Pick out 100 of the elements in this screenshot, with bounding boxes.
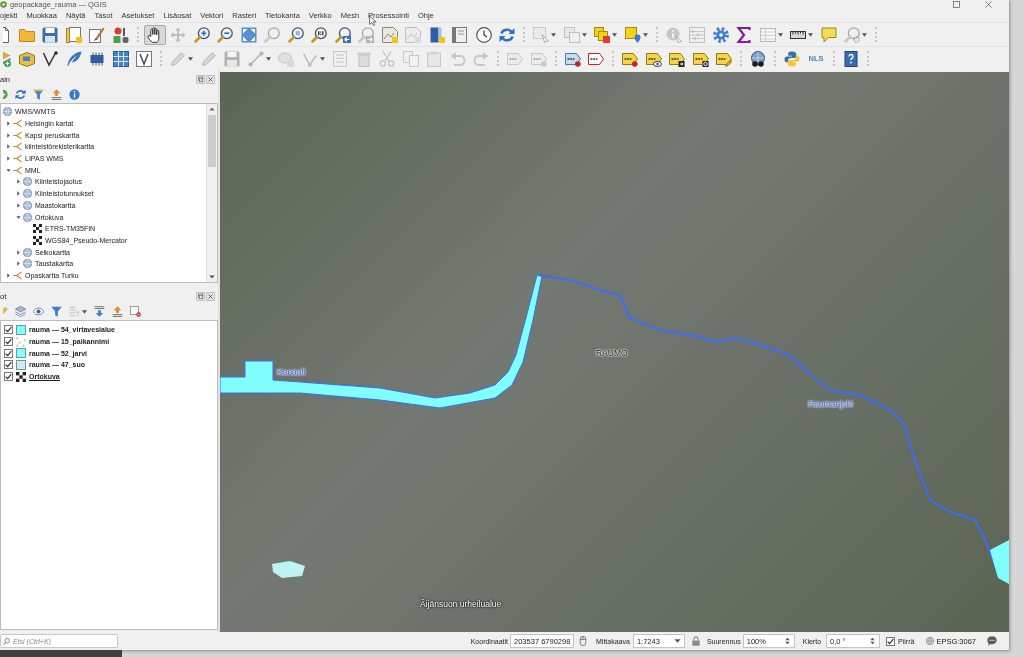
caret-right-icon[interactable]: [15, 202, 21, 208]
connection-icon: [13, 119, 22, 129]
spin-arrows-icon[interactable]: [783, 637, 791, 645]
close-icon[interactable]: [985, 1, 992, 8]
layers-icon: [15, 306, 26, 317]
connection-icon: [13, 154, 22, 164]
close-icon[interactable]: [206, 74, 215, 84]
map-window-icon: [405, 26, 421, 43]
checker-icon: [33, 224, 42, 234]
eye-icon: [33, 306, 44, 317]
raster-icon: [16, 371, 26, 382]
save-icon: [42, 26, 58, 43]
caret-down-icon[interactable]: [5, 167, 11, 173]
maximize-icon[interactable]: [953, 1, 960, 8]
magnifier-icon: [311, 26, 327, 43]
caret-right-icon[interactable]: [15, 191, 21, 197]
connection-icon: [13, 142, 22, 152]
caret-down-icon[interactable]: [15, 214, 21, 220]
toolbar-button[interactable]: [214, 24, 236, 45]
layer-checkbox[interactable]: [4, 325, 13, 335]
chip-icon: [89, 50, 105, 67]
undock-icon[interactable]: [196, 74, 205, 84]
chat-bubble-icon[interactable]: [987, 636, 997, 646]
globe-icon: [3, 107, 12, 117]
layer-checkbox[interactable]: [4, 348, 13, 358]
copy-icon: [402, 50, 419, 67]
caret-right-icon[interactable]: [15, 179, 21, 185]
caret-right-icon[interactable]: [5, 121, 11, 127]
pencil-icon: [3, 306, 8, 317]
label-tag-pen-icon: [716, 50, 732, 67]
v-frame-icon: [136, 50, 152, 67]
label-tag-icon: [507, 50, 523, 67]
feather-icon: [65, 50, 82, 67]
layer-checkbox[interactable]: [4, 360, 13, 370]
pencil-icon: [200, 50, 217, 67]
package-icon: [18, 50, 35, 67]
checkmark-icon: [887, 637, 895, 645]
expand-arrows-icon: [240, 26, 257, 43]
magnifier-back-icon: [334, 26, 351, 43]
layer-checkbox[interactable]: [4, 372, 13, 382]
caret-right-icon[interactable]: [5, 156, 11, 162]
toolbar-button[interactable]: [133, 48, 155, 69]
caret-right-icon[interactable]: [15, 249, 21, 255]
filter-icon: [51, 306, 62, 317]
redo-icon: [473, 50, 489, 67]
spin-arrows-icon[interactable]: [869, 637, 877, 645]
filter-icon: [33, 89, 44, 100]
python-logo-icon: [784, 50, 800, 67]
form-icon: [332, 50, 348, 67]
scrollbar-thumb[interactable]: [208, 115, 216, 167]
label-tag-eye-icon: [645, 50, 662, 67]
undock-icon[interactable]: [196, 291, 205, 301]
caret-down-icon[interactable]: [612, 32, 617, 37]
close-icon[interactable]: [206, 291, 215, 301]
remove-layer-icon: [130, 306, 141, 317]
checker-icon: [33, 235, 42, 245]
caret-down-icon[interactable]: [673, 637, 681, 645]
layers-plus-icon: [3, 50, 11, 67]
book-icon: [452, 26, 468, 43]
abacus-icon: [689, 26, 705, 43]
caret-right-icon[interactable]: [5, 144, 11, 150]
caret-down-icon[interactable]: [808, 32, 813, 37]
selection-icon: [533, 26, 549, 43]
map-window-icon: [381, 26, 398, 43]
globe-icon: [23, 259, 32, 269]
mouse-icon[interactable]: [578, 636, 589, 646]
toolbar-button[interactable]: [143, 24, 166, 45]
label-tag-icon: [588, 50, 604, 67]
map-label: Raumanjoki: [808, 399, 853, 409]
caret-right-icon[interactable]: [5, 272, 11, 278]
caret-right-icon[interactable]: [5, 132, 11, 138]
zoom-in-icon: [193, 26, 210, 43]
globe-icon: [23, 200, 32, 210]
stacked-squares-icon: [563, 26, 580, 43]
globe-icon: [23, 177, 32, 187]
node-edit-icon: [301, 50, 318, 67]
pencil-icon: [170, 50, 186, 67]
scrollbar[interactable]: [206, 104, 217, 282]
layer-checkbox[interactable]: [4, 337, 13, 347]
vertex-line-icon: [42, 50, 58, 67]
table-icon: [759, 26, 776, 43]
filter-legend-icon: [69, 306, 80, 317]
lock-icon[interactable]: [690, 636, 701, 646]
magnifier-icon: [287, 26, 304, 43]
globe-binoculars-icon: [750, 50, 766, 67]
toolbar-button[interactable]: [308, 24, 330, 45]
scissors-icon: [379, 50, 395, 67]
render-checkbox[interactable]: [886, 636, 896, 646]
caret-down-icon[interactable]: [209, 274, 215, 280]
gear-icon: [712, 26, 729, 43]
caret-down-icon[interactable]: [642, 32, 648, 37]
magnifier-gear-icon: [844, 26, 860, 43]
shapes-icon: [112, 26, 129, 43]
caret-up-icon[interactable]: [209, 106, 215, 112]
clock-icon: [475, 26, 492, 43]
folder-icon: [18, 26, 35, 43]
magnifier-forward-icon: [358, 26, 374, 43]
connection-icon: [13, 165, 22, 175]
caret-right-icon[interactable]: [15, 261, 21, 267]
map-label: Äijänsuon urheilualue: [420, 599, 502, 609]
